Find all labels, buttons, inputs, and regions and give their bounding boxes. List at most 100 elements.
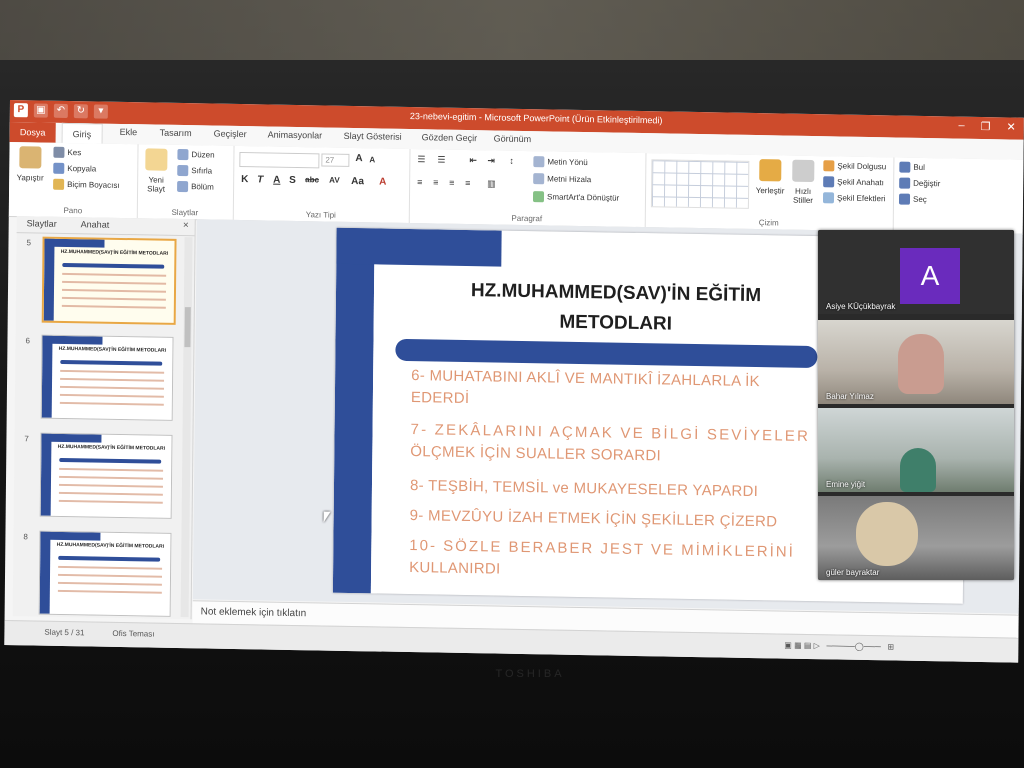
select-button[interactable]: Seç	[898, 193, 927, 205]
participant-tile[interactable]: güler bayraktar	[818, 496, 1014, 580]
section-button[interactable]: Bölüm	[177, 180, 214, 193]
thumb-line	[58, 483, 163, 488]
bullets-icon[interactable]: ☰	[417, 154, 425, 165]
numbering-icon[interactable]: ☰	[437, 154, 445, 165]
shape-outline-button[interactable]: Şekil Anahatı	[823, 176, 884, 188]
shape-fill-button[interactable]: Şekil Dolgusu	[823, 160, 886, 172]
find-button[interactable]: Bul	[899, 161, 925, 173]
new-slide-button[interactable]: Yeni Slayt	[141, 148, 171, 194]
slide-title[interactable]: HZ.MUHAMMED(SAV)'İN EĞİTİM METODLARI	[396, 275, 837, 343]
slide-thumbnail[interactable]: HZ.MUHAMMED(SAV)'İN EĞİTİM METODLARI	[39, 432, 173, 519]
replace-icon	[899, 177, 911, 189]
align-left-icon[interactable]: ≡	[417, 177, 422, 187]
tab-slides[interactable]: Slaytlar	[27, 218, 57, 229]
cursor-icon	[898, 193, 911, 205]
layout-button[interactable]: Düzen	[177, 148, 215, 161]
underline-icon[interactable]: A	[273, 175, 280, 186]
tab-slide-show[interactable]: Slayt Gösterisi	[344, 131, 402, 142]
thumb-line	[62, 272, 167, 277]
avatar: A	[900, 248, 960, 304]
grow-font-icon[interactable]: A	[355, 153, 362, 164]
customize-qat-icon[interactable]: ▾	[93, 104, 108, 119]
cut-button[interactable]: Kes	[53, 146, 81, 158]
tab-file[interactable]: Dosya	[9, 121, 56, 143]
view-buttons[interactable]: ▣ ▦ ▤ ▷ ─────◯─── ⊞	[784, 641, 894, 652]
close-icon[interactable]: ✕	[1006, 120, 1015, 133]
align-center-icon[interactable]: ≡	[433, 177, 438, 187]
thumb-pill	[62, 262, 165, 269]
shapes-gallery[interactable]	[650, 159, 750, 209]
thumb-pill	[59, 457, 162, 464]
scrollbar-thumb[interactable]	[184, 307, 191, 348]
tab-animations[interactable]: Animasyonlar	[268, 130, 323, 141]
participant-tile[interactable]: Emine yiğit	[818, 408, 1014, 492]
align-right-icon[interactable]: ≡	[449, 178, 454, 188]
reset-button[interactable]: Sıfırla	[177, 164, 212, 177]
copy-button[interactable]: Kopyala	[53, 162, 96, 175]
redo-icon[interactable]: ↻	[73, 104, 88, 119]
thumb-line	[62, 280, 167, 285]
shrink-font-icon[interactable]: A	[369, 155, 375, 164]
justify-icon[interactable]: ≡	[465, 178, 470, 188]
align-text-button[interactable]: Metni Hizala	[533, 173, 591, 185]
font-name-box[interactable]	[239, 152, 320, 169]
thumb-line	[60, 377, 165, 382]
close-icon[interactable]: ×	[183, 220, 189, 231]
thumb-line	[58, 499, 163, 504]
slide-thumbnail[interactable]: HZ.MUHAMMED(SAV)'İN EĞİTİM METODLARI	[41, 236, 177, 325]
undo-icon[interactable]: ↶	[53, 103, 68, 119]
slide-bullet[interactable]: 8- TEŞBİH, TEMSİL ve MUKAYESELER YAPARDI	[410, 475, 830, 503]
video-call-panel: A Asiye KÜçükbayrak Bahar Yılmaz Emine y…	[818, 230, 1014, 580]
tab-insert[interactable]: Ekle	[120, 127, 138, 137]
tab-transitions[interactable]: Geçişler	[214, 129, 247, 140]
paste-button[interactable]: Yapıştır	[15, 146, 45, 183]
maximize-icon[interactable]: ❐	[981, 120, 991, 133]
italic-icon[interactable]: T	[257, 174, 263, 185]
change-case-icon[interactable]: Aa	[351, 176, 364, 187]
participant-name: Emine yiğit	[826, 480, 866, 489]
thumb-pill	[58, 555, 161, 562]
scissors-icon	[53, 146, 65, 158]
brush-icon	[53, 178, 65, 190]
smartart-button[interactable]: SmartArt'a Dönüştür	[532, 191, 619, 204]
slide-bullet[interactable]: 9- MEVZÛYU İZAH ETMEK İÇİN ŞEKİLLER ÇİZE…	[410, 505, 830, 533]
group-drawing: Yerleştir Hızlı Stiller Şekil Dolgusu Şe…	[644, 153, 895, 232]
increase-indent-icon[interactable]: ⇥	[487, 155, 495, 166]
participant-name: Asiye KÜçükbayrak	[826, 302, 896, 311]
columns-icon[interactable]: ▥	[487, 178, 496, 189]
tab-design[interactable]: Tasarım	[160, 128, 192, 139]
decrease-indent-icon[interactable]: ⇤	[469, 155, 477, 166]
font-size-box[interactable]: 27	[321, 153, 350, 167]
save-icon[interactable]: ▣	[33, 103, 48, 118]
thumb-bar-top	[42, 335, 103, 345]
quick-styles-button[interactable]: Hızlı Stiller	[787, 159, 819, 206]
tab-outline[interactable]: Anahat	[81, 219, 110, 229]
thumbnail-title: HZ.MUHAMMED(SAV)'İN EĞİTİM METODLARI	[56, 541, 165, 550]
effects-icon	[822, 192, 835, 204]
group-clipboard: Yapıştır Kes Kopyala Biçim Boyacısı Pano	[8, 141, 139, 219]
shadow-icon[interactable]: S	[289, 175, 296, 186]
strikethrough-icon[interactable]: abc	[305, 175, 319, 184]
tab-view[interactable]: Görünüm	[494, 133, 532, 144]
spacing-icon[interactable]: AV	[329, 176, 340, 185]
minimize-icon[interactable]: –	[958, 120, 965, 133]
arrange-button[interactable]: Yerleştir	[753, 159, 787, 196]
text-direction-button[interactable]: Metin Yönü	[533, 156, 588, 168]
shape-effects-button[interactable]: Şekil Efektleri	[822, 192, 886, 204]
font-color-icon[interactable]: A	[379, 176, 386, 187]
slide-accent-bar-left	[332, 227, 375, 594]
bold-icon[interactable]: K	[241, 174, 248, 185]
panel-tabs: Slaytlar Anahat ×	[16, 216, 195, 237]
replace-button[interactable]: Değiştir	[899, 177, 940, 190]
thumbnail-number: 5	[26, 238, 32, 248]
participant-tile[interactable]: Bahar Yılmaz	[818, 320, 1014, 404]
panel-scrollbar[interactable]	[180, 237, 193, 618]
tab-home[interactable]: Giriş	[61, 122, 103, 144]
format-painter-button[interactable]: Biçim Boyacısı	[53, 178, 120, 191]
slide-thumbnail[interactable]: HZ.MUHAMMED(SAV)'İN EĞİTİM METODLARI	[40, 334, 174, 421]
tab-review[interactable]: Gözden Geçir	[422, 132, 478, 143]
slide-thumbnail[interactable]: HZ.MUHAMMED(SAV)'İN EĞİTİM METODLARI	[38, 530, 172, 617]
line-spacing-icon[interactable]: ↕	[509, 156, 514, 166]
participant-tile[interactable]: A Asiye KÜçükbayrak	[818, 230, 1014, 314]
new-slide-icon	[145, 148, 168, 171]
